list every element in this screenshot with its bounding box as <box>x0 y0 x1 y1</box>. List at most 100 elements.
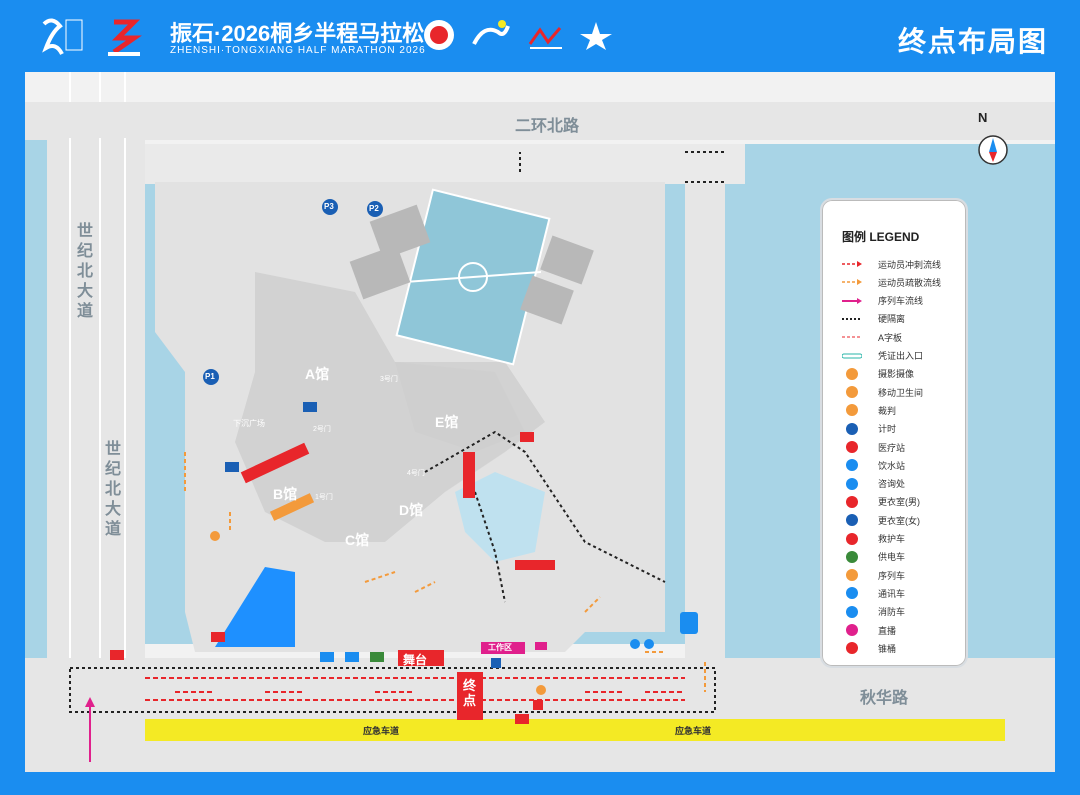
legend-item: 更衣室(女) <box>842 512 962 528</box>
legend-item: 锥桶 <box>842 640 962 656</box>
gate-label-3: 3号门 <box>380 376 398 383</box>
legend-item: 移动卫生间 <box>842 384 962 400</box>
event-name: 振石·2026桐乡半程马拉松 <box>170 21 425 46</box>
live-broadcast-icon <box>842 623 862 637</box>
referee-icon <box>533 700 543 710</box>
live-broadcast-icon <box>535 642 547 650</box>
sponsor-banner <box>463 452 475 498</box>
road-south-label: 秋华路 <box>860 690 909 707</box>
west-strip <box>25 138 47 658</box>
finish-label: 终点 <box>463 678 477 708</box>
legend-item: 摄影摄像 <box>842 366 962 382</box>
legend-item: 医疗站 <box>842 439 962 455</box>
legend-item-label: 序列车流线 <box>878 296 924 307</box>
medical-station-icon <box>520 432 534 442</box>
info-icon <box>491 658 501 668</box>
mobile-toilet-icon <box>680 612 698 634</box>
comm-truck-icon <box>842 586 862 600</box>
map-frame: 振石·2026桐乡半程马拉松 ZHENSHI·TONGXIANG HALF MA… <box>0 0 1080 795</box>
male-changing-icon <box>842 495 862 509</box>
legend-item-label: 供电车 <box>878 552 906 563</box>
hall-d-label: D馆 <box>399 502 424 518</box>
ambulance-icon <box>110 650 124 660</box>
referee-icon <box>842 403 862 417</box>
venue-map: 二环北路 秋华路 世纪北大道 世纪北大道 N P3 P2 P1 A馆 B馆 C馆… <box>25 72 1055 772</box>
sponsor-banner <box>515 560 555 570</box>
red-dashed-arrow-icon <box>842 257 862 271</box>
runner-logo-3 <box>580 22 612 50</box>
fire-truck-icon <box>345 652 359 662</box>
legend-item-label: 消防车 <box>878 607 906 618</box>
legend-item-label: 运动员冲刺流线 <box>878 259 942 270</box>
emergency-lane <box>145 719 1005 741</box>
changing-room-icon <box>303 402 317 412</box>
legend-item: 运动员冲刺流线 <box>842 256 962 272</box>
road-west <box>47 138 145 658</box>
map-legend: 图例 LEGEND 运动员冲刺流线 运动员疏散流线 序列车流线硬隔离 A字板凭证出入口… <box>820 198 968 668</box>
legend-item: 饮水站 <box>842 457 962 473</box>
legend-item: 裁判 <box>842 402 962 418</box>
legend-item-label: 运动员疏散流线 <box>878 277 942 288</box>
association-logo <box>424 20 454 50</box>
legend-item-label: 凭证出入口 <box>878 351 924 361</box>
compass-label: N <box>978 110 988 125</box>
water-station-icon <box>644 639 654 649</box>
legend-item-label: 移动卫生间 <box>878 387 924 398</box>
water-station-icon <box>630 639 640 649</box>
road-west-label-2: 世纪北大道 <box>104 441 121 538</box>
magenta-arrow-icon <box>842 294 862 308</box>
water-icon <box>842 458 862 472</box>
compass-icon <box>978 135 1008 165</box>
zhenshi-logo <box>108 19 142 56</box>
road-west-label-1: 世纪北大道 <box>76 223 93 320</box>
parking-label-p1: P1 <box>205 372 215 381</box>
legend-item-label: 咨询处 <box>878 479 906 490</box>
page-title: 终点布局图 <box>897 26 1048 57</box>
legend-item: 序列车 <box>842 567 962 583</box>
legend-item-label: 更衣室(男) <box>878 497 920 508</box>
teal-line-icon <box>842 349 862 363</box>
camera-icon <box>210 531 220 541</box>
legend-item-label: 饮水站 <box>878 460 906 471</box>
legend-item-label: 摄影摄像 <box>878 369 915 380</box>
legend-item: 凭证出入口 <box>842 348 962 364</box>
legend-item: 序列车流线 <box>842 293 962 309</box>
emergency-lane-label-1: 应急车道 <box>363 726 400 736</box>
gate-label-4: 4号门 <box>407 470 425 477</box>
legend-item: 消防车 <box>842 604 962 620</box>
road-north-label: 二环北路 <box>515 118 580 135</box>
legend-item: 直播 <box>842 622 962 638</box>
hall-b-label: B馆 <box>273 486 298 502</box>
power-truck-icon <box>370 652 384 662</box>
legend-item-label: 通讯车 <box>878 588 906 599</box>
legend-item-label: A字板 <box>878 332 903 343</box>
fire-truck-icon <box>842 605 862 619</box>
ambulance-icon <box>842 532 862 546</box>
changing-room-icon <box>225 462 239 472</box>
event-name-en: ZHENSHI·TONGXIANG HALF MARATHON 2026 <box>170 45 426 56</box>
legend-item: 运动员疏散流线 <box>842 274 962 290</box>
black-dotted-line-icon <box>842 312 862 326</box>
orange-dashed-arrow-icon <box>842 275 862 289</box>
parking-label-p2: P2 <box>369 204 379 213</box>
legend-item: 救护车 <box>842 531 962 547</box>
timer-icon <box>536 685 546 695</box>
legend-title: 图例 LEGEND <box>842 230 920 244</box>
road-inner-north <box>145 144 745 184</box>
legend-item-label: 裁判 <box>878 405 897 416</box>
gate-label-2: 2号门 <box>313 426 331 433</box>
work-area-label: 工作区 <box>488 643 512 652</box>
runner-logo-1 <box>472 20 510 45</box>
medical-icon <box>842 440 862 454</box>
runner-logo-2 <box>528 27 562 49</box>
legend-item: A字板 <box>842 329 962 345</box>
road-east-inner <box>685 144 725 664</box>
power-truck-icon <box>842 550 862 564</box>
legend-item-label: 序列车 <box>878 570 906 581</box>
legend-item: 计时 <box>842 421 962 437</box>
legend-item-label: 硬隔离 <box>878 314 906 325</box>
ambulance-icon <box>211 632 225 642</box>
parking-label-p3: P3 <box>324 202 334 211</box>
female-changing-icon <box>842 513 862 527</box>
legend-item: 更衣室(男) <box>842 494 962 510</box>
